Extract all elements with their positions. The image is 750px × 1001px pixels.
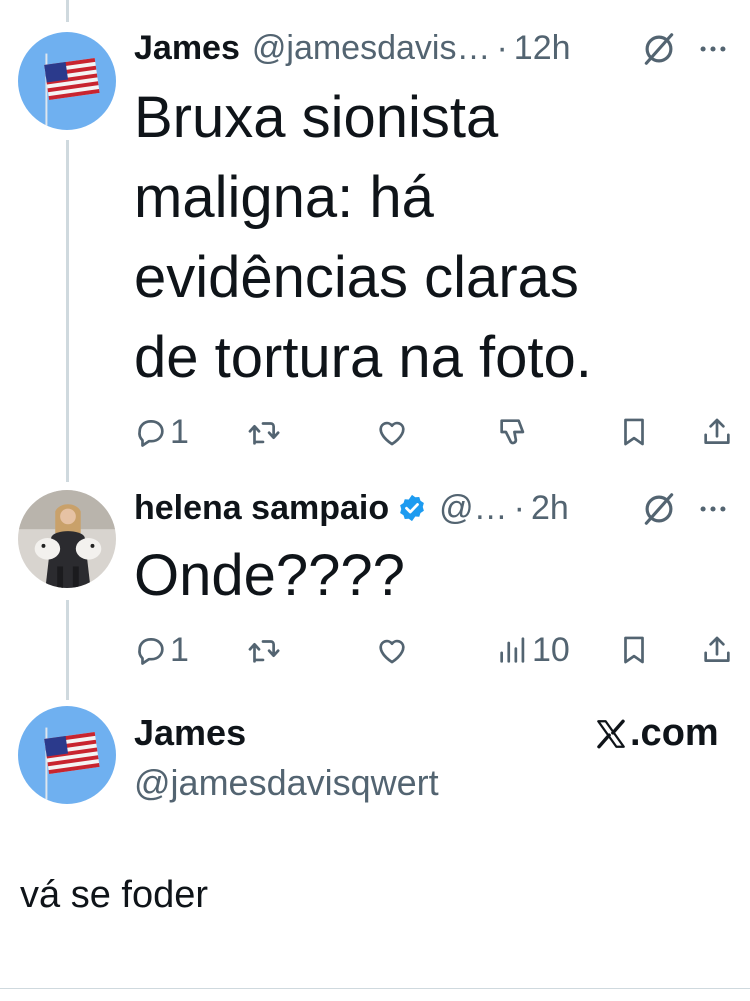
timestamp[interactable]: 12h [514, 29, 571, 68]
quote-author-name[interactable]: James [134, 712, 246, 754]
tweet-text: Bruxa sionista maligna: há evidências cl… [134, 78, 592, 398]
views-button[interactable]: 10 [496, 628, 570, 672]
x-logo-icon [597, 719, 625, 748]
avatar[interactable] [18, 706, 116, 804]
us-flag-avatar-icon [18, 32, 116, 130]
us-flag-avatar-icon [18, 706, 116, 804]
x-logo: .com [594, 712, 719, 755]
divider [0, 988, 750, 989]
more-icon[interactable] [696, 32, 730, 66]
action-bar: 1 [0, 410, 750, 454]
like-button[interactable] [375, 410, 409, 454]
more-icon[interactable] [696, 492, 730, 526]
reply-icon [138, 638, 164, 665]
reply-icon [138, 420, 164, 447]
tweet-header: helena sampaio @… · 2h [134, 484, 569, 532]
x-logo-domain: .com [630, 712, 719, 754]
woman-with-dogs-avatar-icon [18, 490, 116, 588]
bookmark-icon [624, 418, 644, 446]
like-button[interactable] [375, 628, 409, 672]
thread-line-top [66, 0, 69, 22]
retweet-button[interactable] [246, 410, 280, 454]
tweet-text: Onde???? [134, 536, 405, 616]
grok-icon[interactable] [640, 30, 678, 68]
share-icon [704, 418, 730, 444]
avatar[interactable] [18, 32, 116, 130]
quote-author-handle[interactable]: @jamesdavisqwert [134, 762, 439, 804]
share-button[interactable] [700, 628, 734, 672]
reply-count: 1 [170, 412, 189, 451]
thumbs-down-icon [500, 419, 525, 445]
avatar[interactable] [18, 490, 116, 588]
tweet-text-line: maligna: há [134, 165, 434, 230]
grok-icon[interactable] [640, 490, 678, 528]
tweet-text-line: de tortura na foto. [134, 325, 592, 390]
separator-dot: · [513, 488, 525, 527]
reply-button[interactable]: 1 [134, 410, 189, 454]
tweet-header: James @jamesdavis… · 12h [134, 24, 571, 72]
share-icon [704, 636, 730, 662]
views-chart-icon [500, 637, 525, 663]
author-handle[interactable]: @jamesdavis… [252, 29, 491, 68]
share-button[interactable] [700, 410, 734, 454]
separator-dot: · [496, 28, 508, 67]
reply-button[interactable]: 1 [134, 628, 189, 672]
timestamp[interactable]: 2h [531, 489, 569, 528]
retweet-icon [248, 422, 280, 445]
bookmark-button[interactable] [617, 410, 651, 454]
tweet-text-line: evidências claras [134, 245, 579, 310]
bookmark-icon [624, 636, 644, 664]
reply-text: vá se foder [20, 874, 208, 916]
tweet-text-line: Onde???? [134, 543, 405, 608]
views-count: 10 [532, 630, 570, 669]
author-name[interactable]: helena sampaio [134, 489, 389, 528]
author-name[interactable]: James [134, 29, 240, 68]
heart-icon [379, 421, 405, 446]
verified-badge-icon [397, 493, 427, 523]
author-handle[interactable]: @… [439, 489, 508, 528]
bookmark-button[interactable] [617, 628, 651, 672]
action-bar: 1 10 [0, 628, 750, 672]
tweet-text-line: Bruxa sionista [134, 85, 499, 150]
reply-count: 1 [170, 630, 189, 669]
retweet-button[interactable] [246, 628, 280, 672]
heart-icon [379, 639, 405, 664]
dislike-button[interactable] [496, 410, 530, 454]
retweet-icon [248, 640, 280, 663]
